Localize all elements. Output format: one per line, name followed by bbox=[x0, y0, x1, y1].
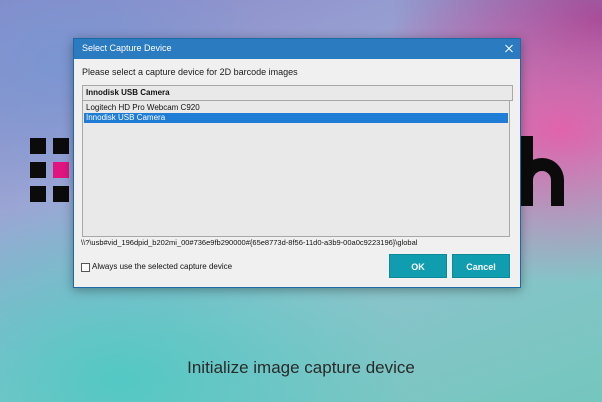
dialog-prompt: Please select a capture device for 2D ba… bbox=[82, 67, 298, 77]
device-path-text: \\?\usb#vid_196dpid_b202mi_00#736e9fb290… bbox=[81, 238, 418, 247]
device-list-item[interactable]: Logitech HD Pro Webcam C920 bbox=[84, 103, 508, 113]
logo-square bbox=[30, 138, 46, 154]
status-caption: Initialize image capture device bbox=[187, 358, 415, 377]
brand-logo-letter bbox=[520, 136, 570, 206]
dialog-titlebar[interactable]: Select Capture Device bbox=[74, 39, 520, 59]
always-use-label[interactable]: Always use the selected capture device bbox=[92, 262, 232, 271]
logo-square bbox=[53, 186, 69, 202]
device-list-item-selected[interactable]: Innodisk USB Camera bbox=[84, 113, 508, 123]
logo-square bbox=[53, 138, 69, 154]
device-listbox[interactable]: Logitech HD Pro Webcam C920 Innodisk USB… bbox=[82, 100, 510, 237]
logo-square bbox=[30, 186, 46, 202]
logo-square bbox=[30, 162, 46, 178]
close-icon[interactable] bbox=[498, 39, 520, 59]
select-capture-device-dialog: Select Capture Device Please select a ca… bbox=[73, 38, 521, 288]
ok-button[interactable]: OK bbox=[389, 254, 447, 278]
always-use-checkbox[interactable] bbox=[81, 263, 90, 272]
dialog-title: Select Capture Device bbox=[82, 43, 172, 53]
selected-device-field[interactable]: Innodisk USB Camera bbox=[82, 85, 513, 101]
logo-square-accent bbox=[53, 162, 69, 178]
cancel-button[interactable]: Cancel bbox=[452, 254, 510, 278]
